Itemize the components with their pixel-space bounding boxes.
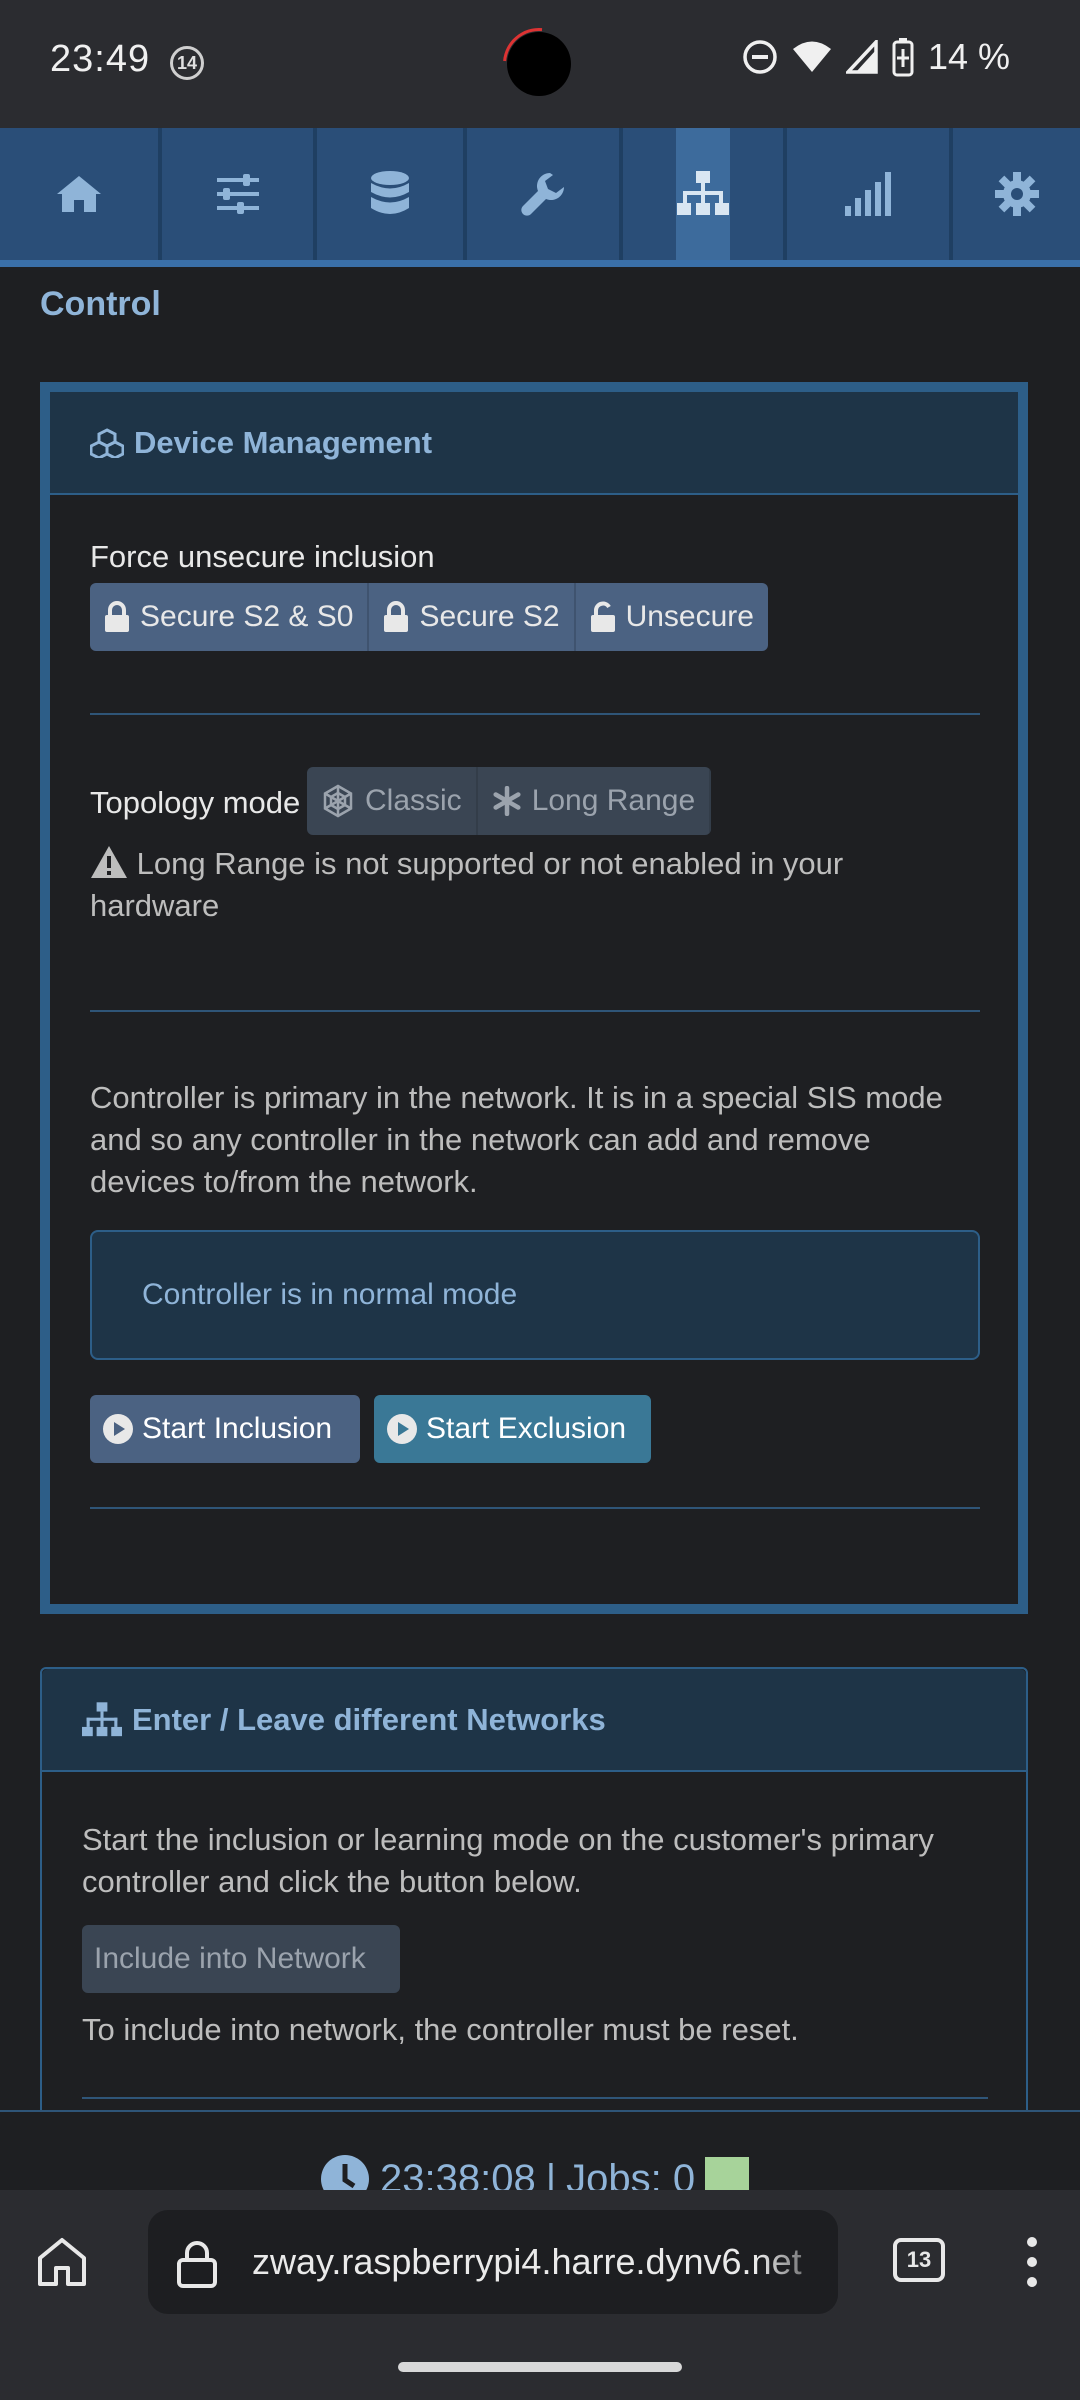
security-mode-group: Secure S2 & S0 Secure S2 Unsecure bbox=[90, 583, 768, 651]
long-range-label: Long Range bbox=[531, 784, 696, 817]
classic-topology-button[interactable]: Classic bbox=[307, 767, 478, 835]
page-title: Control bbox=[40, 285, 161, 323]
nav-tab-controls[interactable] bbox=[162, 128, 317, 260]
divider bbox=[90, 1010, 980, 1012]
status-time: 23:49 bbox=[50, 38, 151, 80]
networks-header: Enter / Leave different Networks bbox=[42, 1669, 1026, 1772]
secure-s2-label: Secure S2 bbox=[419, 600, 560, 633]
divider bbox=[90, 1507, 980, 1509]
nav-tab-settings[interactable] bbox=[953, 128, 1080, 260]
database-icon bbox=[371, 171, 409, 214]
long-range-warning: Long Range is not supported or not enabl… bbox=[90, 843, 980, 927]
nav-tab-statistics[interactable] bbox=[787, 128, 953, 260]
device-management-header: Device Management bbox=[50, 392, 1018, 495]
gesture-home-bar[interactable] bbox=[398, 2362, 682, 2372]
footer-separator: | bbox=[545, 2156, 557, 2193]
long-range-topology-button[interactable]: Long Range bbox=[477, 767, 712, 835]
url-fade bbox=[758, 2210, 838, 2314]
nav-tab-home[interactable] bbox=[0, 128, 162, 260]
page-content: Control Device Management Force unsecure… bbox=[0, 267, 1080, 2110]
cubes-icon bbox=[90, 427, 124, 458]
home-icon bbox=[57, 176, 101, 212]
nav-tab-tools[interactable] bbox=[467, 128, 623, 260]
url-bar[interactable]: zway.raspberrypi4.harre.dynv6.net bbox=[148, 2210, 838, 2314]
sliders-icon bbox=[216, 174, 259, 214]
controller-description: Controller is primary in the network. It… bbox=[90, 1080, 943, 1199]
force-unsecure-label: Force unsecure inclusion bbox=[90, 539, 435, 574]
play-circle-icon bbox=[387, 1414, 417, 1444]
footer-status: 23:38:08 | Jobs: 0 bbox=[0, 2110, 1080, 2192]
lock-icon bbox=[105, 601, 129, 632]
status-bar: 23:49 14 14 % bbox=[0, 0, 1080, 128]
unsecure-button[interactable]: Unsecure bbox=[575, 583, 768, 651]
divider bbox=[90, 713, 980, 715]
clock-icon bbox=[321, 2155, 369, 2192]
secure-s2-button[interactable]: Secure S2 bbox=[369, 583, 576, 651]
signal-icon bbox=[845, 172, 891, 216]
network-icon bbox=[82, 1701, 122, 1736]
unsecure-label: Unsecure bbox=[625, 600, 754, 633]
gear-icon bbox=[994, 172, 1039, 216]
status-icons: 14 % bbox=[742, 36, 1010, 78]
secure-s2-s0-label: Secure S2 & S0 bbox=[140, 600, 354, 633]
more-options-icon[interactable] bbox=[1026, 2236, 1038, 2288]
networks-title: Enter / Leave different Networks bbox=[132, 1701, 606, 1737]
do-not-disturb-icon bbox=[743, 40, 777, 74]
topology-mode-group: Classic Long Range bbox=[307, 767, 712, 835]
url-text: zway.raspberrypi4.harre.dynv6.net bbox=[252, 2241, 802, 2282]
unlock-icon bbox=[590, 601, 615, 632]
tab-count-button[interactable]: 13 bbox=[893, 2238, 945, 2282]
footer-inner: 23:38:08 | Jobs: 0 bbox=[320, 2154, 750, 2193]
networks-description: Start the inclusion or learning mode on … bbox=[82, 1822, 934, 1899]
start-inclusion-label: Start Inclusion bbox=[142, 1412, 333, 1445]
front-camera bbox=[507, 32, 571, 96]
battery-icon bbox=[892, 38, 914, 77]
network-icon bbox=[677, 171, 729, 215]
warning-icon bbox=[91, 846, 127, 878]
start-exclusion-button[interactable]: Start Exclusion bbox=[374, 1395, 651, 1463]
include-into-network-button[interactable]: Include into Network bbox=[82, 1925, 400, 1993]
device-management-title: Device Management bbox=[134, 424, 433, 460]
device-management-panel: Device Management Force unsecure inclusi… bbox=[40, 382, 1028, 1614]
cell-signal-icon bbox=[845, 40, 878, 74]
notification-count-icon: 14 bbox=[170, 46, 204, 80]
warning-text: Long Range is not supported or not enabl… bbox=[90, 846, 844, 923]
topology-mode-label: Topology mode bbox=[90, 785, 301, 820]
lock-icon bbox=[177, 2241, 217, 2288]
jobs-status-indicator bbox=[705, 2157, 750, 2192]
secure-s2-s0-button[interactable]: Secure S2 & S0 bbox=[90, 583, 370, 651]
top-navigation bbox=[0, 128, 1080, 267]
nav-tab-network[interactable] bbox=[623, 128, 787, 260]
asterisk-icon bbox=[493, 786, 521, 816]
home-icon[interactable] bbox=[36, 2236, 88, 2288]
networks-reset-note: To include into network, the controller … bbox=[82, 2012, 799, 2047]
start-exclusion-label: Start Exclusion bbox=[426, 1412, 627, 1445]
divider bbox=[82, 2097, 988, 2099]
spiderweb-icon bbox=[323, 784, 353, 818]
classic-label: Classic bbox=[365, 784, 462, 817]
controller-mode-alert: Controller is in normal mode bbox=[90, 1230, 980, 1360]
battery-percent: 14 % bbox=[927, 36, 1010, 77]
wrench-icon bbox=[521, 173, 564, 216]
footer-jobs: Jobs: 0 bbox=[566, 2156, 696, 2193]
play-circle-icon bbox=[103, 1414, 133, 1444]
start-inclusion-button[interactable]: Start Inclusion bbox=[90, 1395, 360, 1463]
lock-icon bbox=[384, 601, 409, 632]
networks-panel: Enter / Leave different Networks Start t… bbox=[40, 1667, 1028, 2110]
footer-time: 23:38:08 bbox=[380, 2156, 536, 2193]
wifi-icon bbox=[792, 41, 831, 72]
nav-tab-database[interactable] bbox=[317, 128, 467, 260]
